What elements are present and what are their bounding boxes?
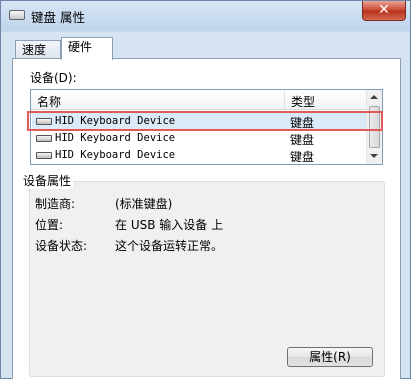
keyboard-device-icon bbox=[36, 152, 52, 159]
device-properties-title: 设备属性 bbox=[21, 172, 74, 189]
window-title: 键盘 属性 bbox=[31, 10, 85, 25]
keyboard-device-icon bbox=[36, 135, 52, 142]
status-value: 这个设备运转正常。 bbox=[115, 239, 224, 253]
device-row[interactable]: HID Keyboard Device 键盘 bbox=[32, 147, 366, 164]
properties-button[interactable]: 属性(R) bbox=[287, 347, 373, 367]
selection-highlight-box bbox=[27, 111, 383, 131]
title-bar[interactable]: 键盘 属性 ✕ bbox=[1, 1, 410, 31]
tab-speed[interactable]: 速度 bbox=[15, 40, 61, 59]
properties-window: 键盘 属性 ✕ 速度 硬件 设备(D): 名称 类型 HID Keyboard … bbox=[0, 0, 411, 379]
location-label: 位置: bbox=[35, 218, 64, 232]
scroll-up-arrow-icon[interactable] bbox=[370, 95, 378, 99]
scroll-down-arrow-icon[interactable] bbox=[370, 154, 378, 158]
list-header: 名称 类型 bbox=[31, 90, 367, 110]
close-button[interactable]: ✕ bbox=[362, 1, 406, 21]
device-type: 键盘 bbox=[290, 133, 315, 147]
column-header-name[interactable]: 名称 bbox=[37, 93, 61, 110]
status-label: 设备状态: bbox=[35, 239, 88, 253]
devices-label: 设备(D): bbox=[30, 71, 77, 85]
keyboard-icon bbox=[9, 10, 25, 20]
manufacturer-value: (标准键盘) bbox=[115, 197, 173, 211]
location-value: 在 USB 输入设备 上 bbox=[115, 218, 224, 232]
column-separator bbox=[284, 91, 285, 109]
tab-hardware[interactable]: 硬件 bbox=[61, 37, 113, 60]
device-row[interactable]: HID Keyboard Device 键盘 bbox=[32, 130, 366, 147]
manufacturer-label: 制造商: bbox=[35, 197, 76, 211]
device-name: HID Keyboard Device bbox=[55, 149, 176, 161]
column-header-type[interactable]: 类型 bbox=[291, 93, 315, 110]
hardware-panel: 设备(D): 名称 类型 HID Keyboard Device 键盘 HID … bbox=[12, 58, 401, 379]
device-type: 键盘 bbox=[290, 150, 315, 164]
device-name: HID Keyboard Device bbox=[55, 132, 176, 144]
